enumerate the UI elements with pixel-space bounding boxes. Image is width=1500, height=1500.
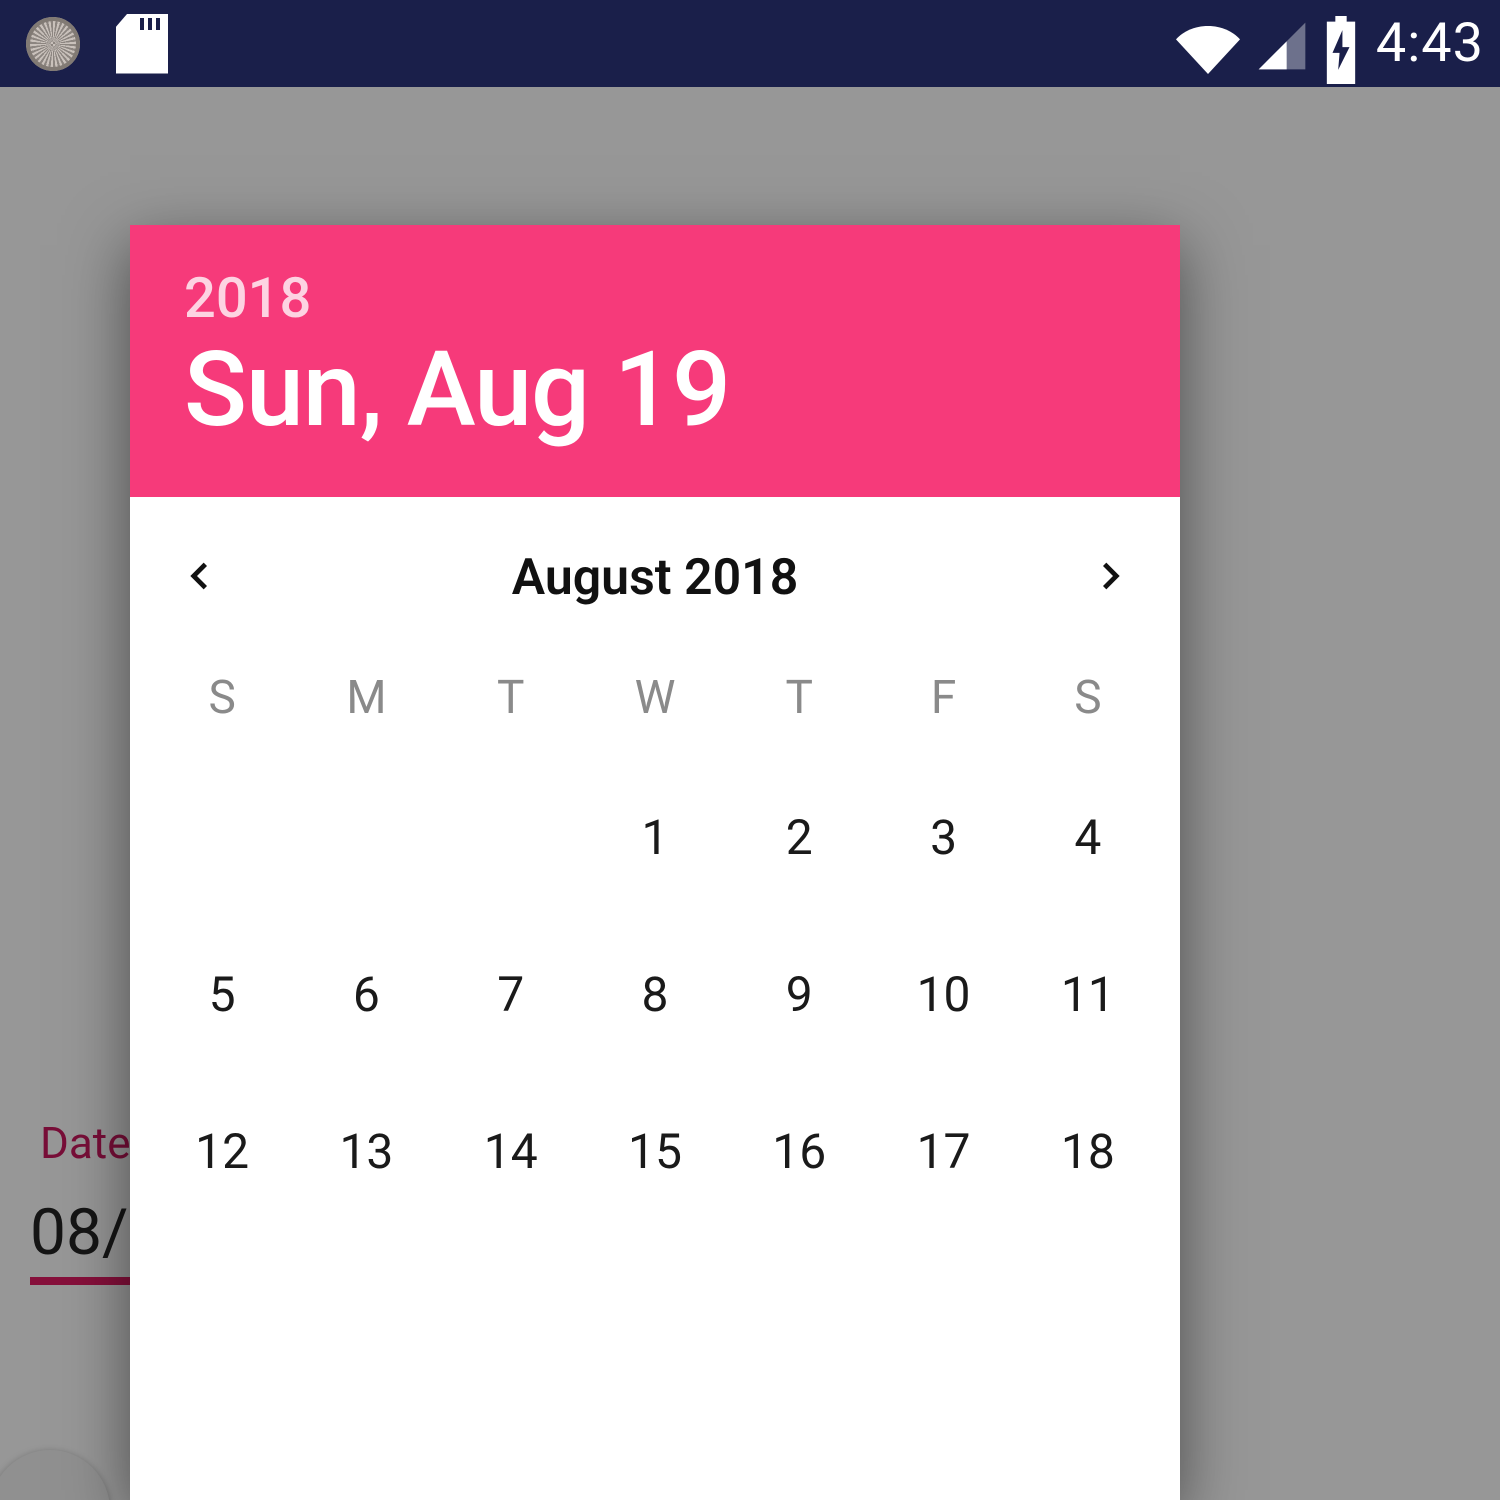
calendar-day[interactable]: 9 bbox=[727, 916, 871, 1073]
calendar-day[interactable]: 8 bbox=[583, 916, 727, 1073]
calendar-week-row: 5 6 7 8 9 10 11 bbox=[150, 916, 1160, 1073]
calendar-day[interactable]: 14 bbox=[439, 1073, 583, 1230]
weekday-label: T bbox=[727, 637, 871, 759]
weekday-label: M bbox=[294, 637, 438, 759]
status-clock: 4:43 bbox=[1376, 12, 1484, 75]
calendar-day[interactable]: 2 bbox=[727, 759, 871, 916]
sd-card-icon bbox=[116, 14, 168, 74]
date-picker-header: 2018 Sun, Aug 19 bbox=[130, 225, 1180, 497]
weekday-header-row: S M T W T F S bbox=[150, 637, 1160, 759]
weekday-label: F bbox=[871, 637, 1015, 759]
calendar-week-row: . . . 1 2 3 4 bbox=[150, 759, 1160, 916]
calendar-day[interactable]: 16 bbox=[727, 1073, 871, 1230]
cell-signal-icon bbox=[1254, 18, 1310, 70]
loading-spinner-icon bbox=[26, 17, 80, 71]
chevron-right-icon bbox=[1092, 556, 1132, 600]
calendar-day[interactable]: 10 bbox=[871, 916, 1015, 1073]
calendar-day[interactable]: 3 bbox=[871, 759, 1015, 916]
weekday-label: W bbox=[583, 637, 727, 759]
calendar-day[interactable]: 15 bbox=[583, 1073, 727, 1230]
month-year-label: August 2018 bbox=[512, 549, 799, 607]
calendar-day[interactable]: 11 bbox=[1016, 916, 1160, 1073]
calendar-day[interactable]: 4 bbox=[1016, 759, 1160, 916]
status-bar: 4:43 bbox=[0, 0, 1500, 87]
next-month-button[interactable] bbox=[1084, 550, 1140, 606]
calendar-day[interactable]: 5 bbox=[150, 916, 294, 1073]
chevron-left-icon bbox=[178, 556, 218, 600]
weekday-label: S bbox=[1016, 637, 1160, 759]
calendar-week-row: 12 13 14 15 16 17 18 bbox=[150, 1073, 1160, 1230]
weekday-label: S bbox=[150, 637, 294, 759]
date-picker-dialog: 2018 Sun, Aug 19 August 2018 S M T W bbox=[130, 225, 1180, 1500]
wifi-icon bbox=[1176, 18, 1240, 70]
header-year-button[interactable]: 2018 bbox=[184, 265, 1126, 331]
weekday-label: T bbox=[439, 637, 583, 759]
month-navigation: August 2018 bbox=[130, 497, 1180, 627]
calendar-day[interactable]: 13 bbox=[294, 1073, 438, 1230]
prev-month-button[interactable] bbox=[170, 550, 226, 606]
calendar-day[interactable]: 7 bbox=[439, 916, 583, 1073]
calendar-day[interactable]: 1 bbox=[583, 759, 727, 916]
header-date-button[interactable]: Sun, Aug 19 bbox=[184, 335, 1126, 447]
calendar-day[interactable]: 18 bbox=[1016, 1073, 1160, 1230]
calendar-grid: S M T W T F S . . . 1 2 3 4 5 6 7 bbox=[130, 627, 1180, 1230]
calendar-day[interactable]: 12 bbox=[150, 1073, 294, 1230]
calendar-day[interactable]: 6 bbox=[294, 916, 438, 1073]
calendar-day[interactable]: 17 bbox=[871, 1073, 1015, 1230]
battery-charging-icon bbox=[1324, 16, 1358, 72]
